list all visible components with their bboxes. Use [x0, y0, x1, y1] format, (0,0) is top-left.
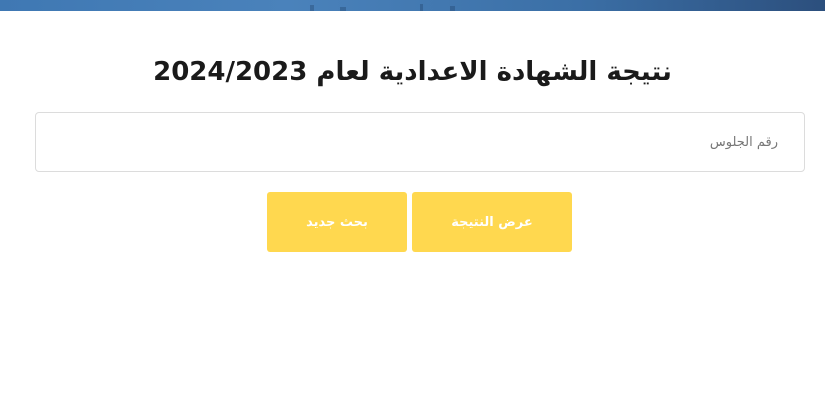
show-result-button[interactable]: عرض النتيجة [412, 192, 572, 252]
seat-number-input[interactable] [35, 112, 805, 172]
page-title: نتيجة الشهادة الاعدادية لعام 2024/2023 [153, 57, 672, 87]
banner-skyline-image [300, 3, 480, 11]
header-banner [0, 0, 825, 11]
new-search-button[interactable]: بحث جديد [267, 192, 407, 252]
